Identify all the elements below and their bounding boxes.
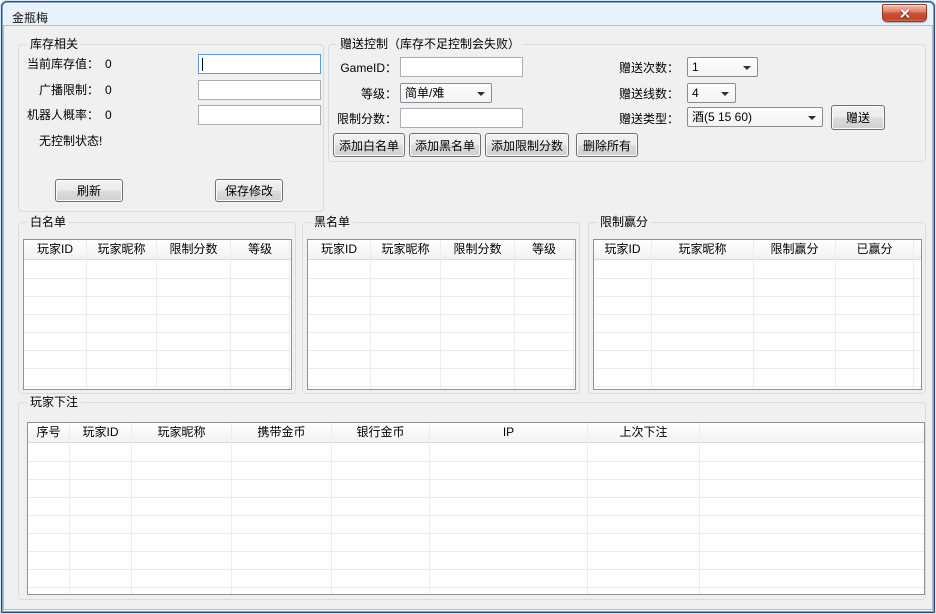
limit-win-group-title: 限制赢分 <box>597 215 651 230</box>
player-bets-group-title: 玩家下注 <box>27 395 81 410</box>
limit-win-group: 限制赢分 玩家ID 玩家昵称 限制赢分 已赢分 <box>588 222 926 394</box>
gift-type-select[interactable]: 酒(5 15 60) <box>687 107 823 127</box>
text-caret <box>202 58 203 71</box>
player-bets-table[interactable]: 序号 玩家ID 玩家昵称 携带金币 银行金币 IP 上次下注 <box>27 422 925 595</box>
column-header-player-id[interactable]: 玩家ID <box>308 240 370 260</box>
limit-score-input[interactable] <box>400 108 523 128</box>
broadcast-limit-label: 广播限制： <box>19 82 99 98</box>
refresh-button[interactable]: 刷新 <box>55 179 123 202</box>
column-header-limit-score[interactable]: 限制分数 <box>157 240 230 260</box>
gift-group: 赠送控制（库存不足控制会失败） GameID： 等级： 简单/难 限制分数： 赠… <box>328 44 926 162</box>
column-header-player-id[interactable]: 玩家ID <box>70 423 131 443</box>
add-blacklist-button[interactable]: 添加黑名单 <box>409 133 481 157</box>
app-window: 金瓶梅 库存相关 当前库存值： 0 广播限制： 0 机器人概率： 0 无控制状态… <box>0 0 936 614</box>
gift-type-label: 赠送类型： <box>615 111 679 127</box>
blacklist-table[interactable]: 玩家ID 玩家昵称 限制分数 等级 <box>307 239 576 390</box>
gift-times-label: 赠送次数： <box>615 60 679 76</box>
client-area: 库存相关 当前库存值： 0 广播限制： 0 机器人概率： 0 无控制状态! 刷新… <box>4 26 932 609</box>
control-status-text: 无控制状态! <box>39 133 102 149</box>
gift-times-value: 1 <box>692 60 699 75</box>
gift-lines-value: 4 <box>692 86 699 101</box>
limit-score-label: 限制分数： <box>329 111 397 127</box>
player-bets-group: 玩家下注 序号 玩家ID 玩家昵称 携带金币 银行金币 IP 上次下注 <box>18 402 926 600</box>
column-header-level[interactable]: 等级 <box>515 240 573 260</box>
level-label: 等级： <box>329 86 397 102</box>
add-whitelist-button[interactable]: 添加白名单 <box>333 133 405 157</box>
column-header-bank-gold[interactable]: 银行金币 <box>332 423 429 443</box>
whitelist-group-title: 白名单 <box>27 215 69 230</box>
chevron-down-icon <box>477 92 485 96</box>
column-header-won[interactable]: 已赢分 <box>836 240 913 260</box>
gift-times-select[interactable]: 1 <box>687 57 758 77</box>
column-header-filler <box>574 240 575 260</box>
robot-prob-value: 0 <box>105 107 112 123</box>
blacklist-group: 黑名单 玩家ID 玩家昵称 限制分数 等级 <box>302 222 580 394</box>
gameid-label: GameID： <box>329 60 397 76</box>
robot-prob-label: 机器人概率： <box>19 107 99 123</box>
level-select-value: 简单/难 <box>405 86 444 101</box>
column-header-limit-score[interactable]: 限制分数 <box>441 240 514 260</box>
delete-all-button[interactable]: 删除所有 <box>576 133 638 157</box>
robot-prob-input[interactable] <box>198 105 321 125</box>
column-header-level[interactable]: 等级 <box>231 240 289 260</box>
stock-value-input[interactable] <box>198 54 321 74</box>
whitelist-table[interactable]: 玩家ID 玩家昵称 限制分数 等级 <box>23 239 292 390</box>
close-icon <box>900 9 909 18</box>
column-header-nickname[interactable]: 玩家昵称 <box>652 240 753 260</box>
column-header-nickname[interactable]: 玩家昵称 <box>132 423 231 443</box>
inventory-group-title: 库存相关 <box>27 37 81 52</box>
send-gift-button[interactable]: 赠送 <box>831 105 885 130</box>
column-header-carry-gold[interactable]: 携带金币 <box>232 423 331 443</box>
gift-type-value: 酒(5 15 60) <box>692 110 752 125</box>
inventory-group: 库存相关 当前库存值： 0 广播限制： 0 机器人概率： 0 无控制状态! 刷新… <box>18 44 324 212</box>
column-header-player-id[interactable]: 玩家ID <box>24 240 86 260</box>
column-header-nickname[interactable]: 玩家昵称 <box>371 240 440 260</box>
gameid-input[interactable] <box>400 57 523 77</box>
broadcast-limit-input[interactable] <box>198 80 321 100</box>
level-select[interactable]: 简单/难 <box>400 83 492 103</box>
add-limit-score-button[interactable]: 添加限制分数 <box>485 133 569 157</box>
chevron-down-icon <box>808 116 816 120</box>
stock-value-label: 当前库存值： <box>19 56 99 72</box>
save-button[interactable]: 保存修改 <box>215 179 283 202</box>
column-header-index[interactable]: 序号 <box>28 423 69 443</box>
column-header-filler <box>914 240 921 260</box>
whitelist-group: 白名单 玩家ID 玩家昵称 限制分数 等级 <box>18 222 296 394</box>
column-header-limit-win[interactable]: 限制赢分 <box>754 240 835 260</box>
column-header-last-bet[interactable]: 上次下注 <box>588 423 699 443</box>
blacklist-group-title: 黑名单 <box>311 215 353 230</box>
gift-lines-label: 赠送线数： <box>615 86 679 102</box>
column-header-player-id[interactable]: 玩家ID <box>594 240 651 260</box>
gift-group-title: 赠送控制（库存不足控制会失败） <box>337 37 523 52</box>
title-bar[interactable]: 金瓶梅 <box>4 2 932 26</box>
chevron-down-icon <box>721 92 729 96</box>
gift-lines-select[interactable]: 4 <box>687 83 736 103</box>
close-button[interactable] <box>882 4 927 22</box>
broadcast-limit-value: 0 <box>105 82 112 98</box>
column-header-nickname[interactable]: 玩家昵称 <box>87 240 156 260</box>
column-header-filler <box>290 240 291 260</box>
column-header-filler <box>700 423 924 443</box>
stock-value: 0 <box>105 56 112 72</box>
chevron-down-icon <box>743 66 751 70</box>
limit-win-table[interactable]: 玩家ID 玩家昵称 限制赢分 已赢分 <box>593 239 922 390</box>
column-header-ip[interactable]: IP <box>430 423 587 443</box>
window-title: 金瓶梅 <box>12 9 48 26</box>
